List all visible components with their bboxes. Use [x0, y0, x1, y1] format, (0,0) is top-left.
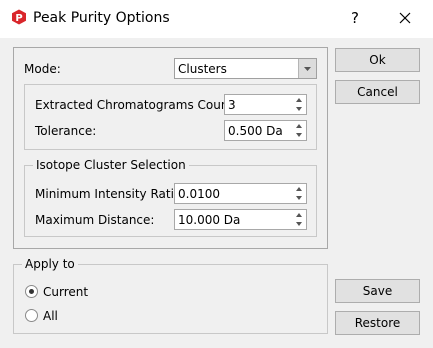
isotope-cluster-legend: Isotope Cluster Selection: [33, 158, 189, 172]
mode-label: Mode:: [24, 62, 61, 76]
max-distance-label: Maximum Distance:: [35, 213, 155, 227]
restore-button[interactable]: Restore: [335, 311, 420, 335]
radio-current[interactable]: [25, 285, 38, 298]
cancel-button[interactable]: Cancel: [335, 80, 420, 104]
chevron-down-icon: [304, 67, 311, 71]
spin-down-icon[interactable]: [294, 194, 304, 202]
radio-current-label[interactable]: Current: [43, 285, 88, 299]
max-distance-spinbox[interactable]: 10.000 Da: [174, 209, 307, 230]
tolerance-spinbox[interactable]: 0.500 Da: [224, 120, 307, 141]
spin-up-icon[interactable]: [294, 211, 304, 219]
count-value: 3: [228, 98, 236, 112]
close-button[interactable]: [392, 6, 418, 30]
ok-button[interactable]: Ok: [335, 48, 420, 72]
app-logo-icon: P: [12, 9, 26, 25]
apply-to-group: Apply to: [13, 257, 328, 334]
spin-up-icon[interactable]: [294, 185, 304, 193]
max-distance-value: 10.000 Da: [178, 213, 241, 227]
radio-all[interactable]: [25, 309, 38, 322]
count-label: Extracted Chromatograms Count:: [35, 98, 238, 112]
min-intensity-spinbox[interactable]: 0.0100: [174, 183, 307, 204]
tolerance-label: Tolerance:: [35, 124, 97, 138]
spin-up-icon[interactable]: [294, 122, 304, 130]
min-intensity-label: Minimum Intensity Ratio:: [35, 187, 186, 201]
apply-to-legend: Apply to: [22, 257, 78, 271]
close-icon: [399, 12, 411, 24]
window-title: Peak Purity Options: [33, 10, 170, 26]
min-intensity-value: 0.0100: [178, 187, 220, 201]
mode-select-value: Clusters: [178, 62, 227, 76]
spin-down-icon[interactable]: [294, 131, 304, 139]
save-button[interactable]: Save: [335, 279, 420, 303]
spin-up-icon[interactable]: [294, 96, 304, 104]
spin-down-icon[interactable]: [294, 105, 304, 113]
mode-select[interactable]: Clusters: [174, 58, 317, 79]
help-button[interactable]: ?: [342, 6, 368, 30]
radio-all-label[interactable]: All: [43, 309, 58, 323]
tolerance-value: 0.500 Da: [228, 124, 283, 138]
count-spinbox[interactable]: 3: [224, 94, 307, 115]
svg-text:P: P: [15, 13, 22, 24]
mode-dropdown-button[interactable]: [298, 59, 316, 78]
radio-selected-dot: [29, 289, 34, 294]
spin-down-icon[interactable]: [294, 220, 304, 228]
title-bar: P Peak Purity Options ?: [0, 0, 433, 38]
